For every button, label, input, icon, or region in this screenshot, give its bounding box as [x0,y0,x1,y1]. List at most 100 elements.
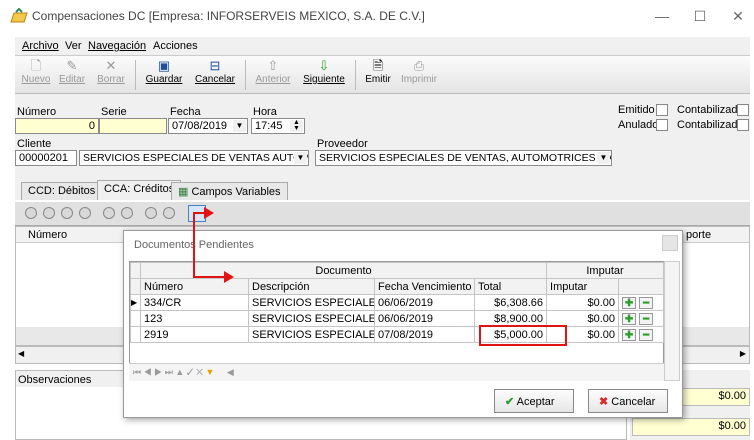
insert-icon[interactable]: ▲ [175,367,184,377]
scroll-left-icon[interactable]: ◀ [18,349,24,358]
tab-campos-variables-label: Campos Variables [191,186,281,198]
cancelar-dialog-button[interactable]: ✖ Cancelar [588,389,668,413]
first-record-icon[interactable] [25,207,37,219]
close-button[interactable]: ✕ [726,6,750,26]
numero-cell[interactable]: 334/CR [140,294,249,311]
descripcion-cell[interactable]: SERVICIOS ESPECIALES ... [248,310,375,327]
contabilizado-checkbox[interactable] [737,104,749,116]
chevron-down-icon[interactable]: ▼ [233,120,246,132]
numero-cell[interactable]: 2919 [140,326,249,343]
emitir-button[interactable]: 🗎 Emitir [361,58,395,92]
tab-campos-variables[interactable]: ▦ Campos Variables [171,182,288,200]
menu-ver[interactable]: Ver [65,40,82,52]
delete-icon: ✕ [105,58,117,73]
table-row[interactable]: 2919 SERVICIOS ESPECIALES ... 07/08/2019… [130,326,665,343]
last-record-icon[interactable]: ⏭ [165,367,173,377]
anulado-checkbox[interactable] [656,119,668,131]
new-document-icon: 🗋 [30,58,42,73]
remove-icon[interactable]: ━ [639,296,654,309]
numero-field[interactable]: 0 [15,118,99,134]
total-column-header[interactable]: Total [473,278,548,295]
column-header-row: Número Descripción Fecha Vencimiento Tot… [130,278,665,295]
spinner-icon[interactable]: ▲ ▼ [290,119,303,132]
imputar-cell[interactable]: $0.00 [546,294,620,311]
siguiente-button[interactable]: ⇩ Siguiente [299,58,349,92]
descripcion-cell[interactable]: SERVICIOS ESPECIALES ... [248,326,375,343]
contabilizado-label: Contabilizado [677,104,744,116]
borrar-button[interactable]: ✕ Borrar [93,58,129,92]
table-row[interactable]: 123 SERVICIOS ESPECIALES ... 06/06/2019 … [130,310,665,327]
fecha-vencimiento-column-header[interactable]: Fecha Vencimiento [374,278,475,295]
guardar-label: Guardar [145,74,183,85]
contabilizado-checkbox[interactable] [737,119,749,131]
siguiente-label: Siguiente [303,74,345,85]
total-cell[interactable]: $6,308.66 [473,294,548,311]
minimize-button[interactable]: — [650,6,674,26]
cliente-code-field[interactable]: 00000201 [15,150,77,166]
serie-field[interactable] [99,118,167,134]
scroll-right-icon[interactable]: ▶ [740,349,746,358]
nuevo-button[interactable]: 🗋 Nuevo [19,58,53,92]
dialog-close-button[interactable] [662,235,678,251]
filter-icon[interactable]: ▼ [205,367,214,377]
tab-ccd-debitos[interactable]: CCD: Débitos [21,182,103,200]
next-record-icon[interactable]: ▶ [154,367,162,377]
tab-cca-creditos[interactable]: CCA: Créditos [97,180,182,200]
previous-page-icon[interactable] [43,207,55,219]
refresh-icon[interactable] [145,207,157,219]
previous-record-icon[interactable] [61,207,73,219]
add-icon[interactable]: ✚ [622,328,637,341]
fecha-cell[interactable]: 06/06/2019 [374,294,475,311]
proveedor-field[interactable]: SERVICIOS ESPECIALES DE VENTAS, AUTOMOTR… [315,150,612,166]
menu-navegacion[interactable]: Navegación [88,40,146,52]
menu-archivo[interactable]: Archivo [22,40,59,52]
scroll-left-icon[interactable]: ◀ [227,367,234,377]
chevron-down-icon[interactable]: ▼ [597,152,610,164]
hora-field[interactable]: 17:45 ▲ ▼ [251,118,305,134]
nuevo-label: Nuevo [21,74,51,85]
descripcion-cell[interactable]: SERVICIOS ESPECIALES ... [248,294,375,311]
anterior-button[interactable]: ⇧ Anterior [251,58,295,92]
aceptar-button[interactable]: ✔ Aceptar [494,389,574,413]
menu-acciones[interactable]: Acciones [153,40,198,52]
cancelar-button[interactable]: ⊟ Cancelar [191,58,239,92]
previous-record-icon[interactable]: ◀ [144,367,152,377]
remove-icon[interactable]: ━ [639,312,654,325]
next-record-icon[interactable] [79,207,91,219]
last-record-icon[interactable] [121,207,133,219]
remove-icon[interactable]: ━ [639,328,654,341]
imputar-column-header[interactable]: Imputar [546,278,620,295]
hora-label: Hora [253,106,277,118]
save-icon: ▣ [157,58,171,73]
fecha-cell[interactable]: 07/08/2019 [374,326,475,343]
editar-button[interactable]: ✎ Editar [55,58,89,92]
anulado-label: Anulado [618,119,659,131]
add-icon[interactable]: ✚ [622,312,637,325]
numero-label: Número [17,106,57,118]
guardar-button[interactable]: ▣ Guardar [141,58,187,92]
maximize-button[interactable]: ☐ [688,6,712,26]
next-page-icon[interactable] [103,207,115,219]
cancel-icon[interactable]: ✕ [196,367,203,377]
numero-cell[interactable]: 123 [140,310,249,327]
menu-bar: Archivo Ver Navegación Acciones [15,37,750,56]
fecha-cell[interactable]: 06/06/2019 [374,310,475,327]
total-value: $0.00 [632,418,750,436]
emitido-checkbox[interactable] [656,104,668,116]
chevron-down-icon[interactable]: ▼ [294,152,307,164]
descripcion-column-header[interactable]: Descripción [248,278,375,295]
post-icon[interactable]: ✓ [187,367,194,377]
table-row[interactable]: ▶ 334/CR SERVICIOS ESPECIALES ... 06/06/… [130,294,665,311]
row-indicator [130,310,141,327]
observaciones-label: Observaciones [18,374,92,386]
row-indicator-header [130,278,141,295]
cancel-edit-icon[interactable] [163,207,175,219]
cliente-name-field[interactable]: SERVICIOS ESPECIALES DE VENTAS AUTOM ▼ [79,150,309,166]
documentos-pendientes-dialog: Documentos Pendientes Documento Imputar … [123,230,683,418]
record-navigator [15,202,750,226]
add-icon[interactable]: ✚ [622,296,637,309]
fecha-field[interactable]: 07/08/2019 ▼ [168,118,248,134]
vertical-scrollbar[interactable] [664,261,680,381]
first-record-icon[interactable]: ⏮ [133,367,141,377]
imprimir-button[interactable]: ⎙ Imprimir [399,58,439,92]
